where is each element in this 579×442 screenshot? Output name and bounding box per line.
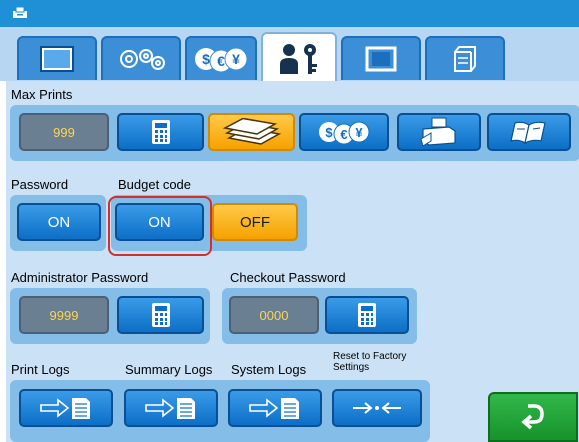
summary-logs-export-button[interactable] <box>124 389 218 427</box>
budget-code-on-highlight <box>108 196 212 256</box>
storage-icon <box>454 46 476 72</box>
tab-frame[interactable] <box>341 36 421 80</box>
checkout-password-label: Checkout Password <box>230 270 346 285</box>
settings-screen: $ € ¥ Max Prints 999 $ € ¥ Password Budg… <box>0 0 579 442</box>
book-icon <box>510 121 546 145</box>
admin-password-label: Administrator Password <box>11 270 149 285</box>
checkout-password-keypad-button[interactable] <box>325 296 409 334</box>
title-bar <box>0 0 579 27</box>
user-key-icon <box>280 44 317 74</box>
checkout-password-value: 0000 <box>229 296 319 334</box>
return-arrow-icon <box>521 404 544 430</box>
admin-password-keypad-button[interactable] <box>117 296 204 334</box>
svg-text:¥: ¥ <box>355 125 363 140</box>
calculator-icon <box>151 120 170 144</box>
print-logs-label: Print Logs <box>11 362 70 377</box>
password-label: Password <box>11 177 69 192</box>
svg-text:$: $ <box>202 51 210 67</box>
display-icon <box>40 46 74 72</box>
max-prints-keypad-button[interactable] <box>117 113 204 151</box>
reset-factory-label: Reset to Factory Settings <box>333 351 407 373</box>
svg-text:$: $ <box>325 125 333 140</box>
max-prints-value: 999 <box>19 113 109 151</box>
currency-icon: $ € ¥ <box>195 47 248 73</box>
frame-icon <box>365 46 397 72</box>
max-prints-label: Max Prints <box>11 87 73 102</box>
gears-icon <box>120 49 165 70</box>
paper-stack-icon <box>222 118 281 145</box>
budget-code-label: Budget code <box>118 177 192 192</box>
export-file-icon <box>145 398 195 419</box>
admin-password-value: 9999 <box>19 296 109 334</box>
budget-code-off-button[interactable]: OFF <box>212 203 298 241</box>
svg-text:€: € <box>217 53 225 69</box>
tab-storage[interactable] <box>425 36 505 80</box>
tab-settings[interactable] <box>101 36 181 80</box>
calculator-icon <box>358 303 376 327</box>
return-button[interactable] <box>488 392 578 442</box>
printer-icon <box>13 6 27 18</box>
reset-arrows-icon <box>353 402 401 414</box>
tab-display[interactable] <box>17 36 97 80</box>
svg-text:¥: ¥ <box>232 51 240 67</box>
system-logs-export-button[interactable] <box>228 389 322 427</box>
printer-icon <box>420 117 456 147</box>
currency-icon: $ € ¥ <box>319 121 370 145</box>
calculator-icon <box>151 303 170 327</box>
reset-factory-button[interactable] <box>332 389 422 427</box>
max-prints-price-button[interactable]: $ € ¥ <box>299 113 389 151</box>
svg-text:€: € <box>340 127 347 142</box>
print-logs-export-button[interactable] <box>19 389 113 427</box>
export-file-icon <box>40 398 90 419</box>
tab-price[interactable]: $ € ¥ <box>185 36 257 80</box>
max-prints-paper-button[interactable] <box>208 113 295 151</box>
password-on-button[interactable]: ON <box>17 203 101 241</box>
max-prints-book-button[interactable] <box>487 113 571 151</box>
summary-logs-label: Summary Logs <box>125 362 213 377</box>
export-file-icon <box>249 398 299 419</box>
tab-user-security[interactable] <box>261 32 337 84</box>
system-logs-label: System Logs <box>231 362 307 377</box>
max-prints-printer-button[interactable] <box>397 113 481 151</box>
